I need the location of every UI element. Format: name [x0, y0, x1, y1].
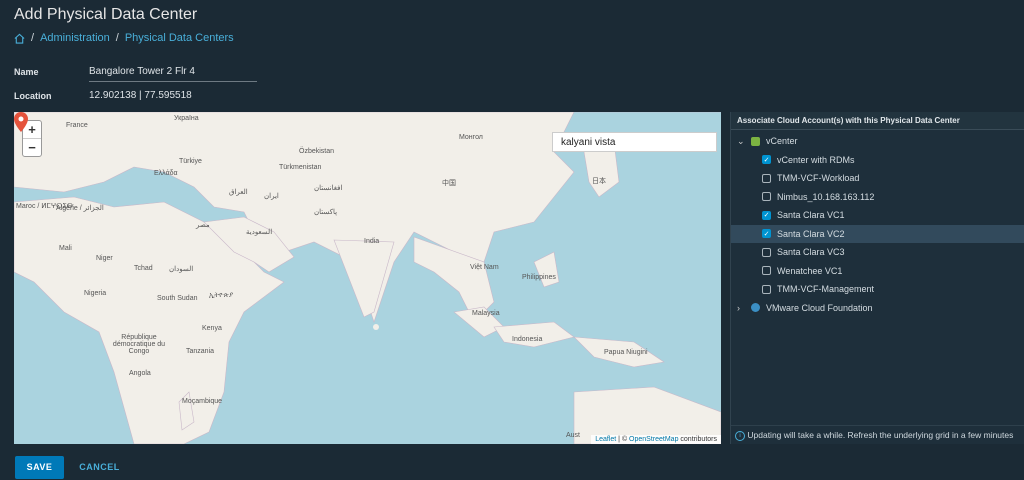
map-label: Malaysia — [472, 310, 500, 317]
map-label: Tchad — [134, 265, 153, 272]
map-label: Türkmenistan — [279, 164, 322, 171]
cloud-account-tree: ⌄ vCenter ✓ vCenter with RDMs TMM-VCF-Worklo… — [731, 130, 1024, 317]
group-label: vCenter — [766, 136, 798, 147]
map-label: العراق — [229, 189, 248, 196]
item-label: Wenatchee VC1 — [777, 265, 843, 276]
map-label: Angola — [129, 370, 151, 377]
map-label: Algérie / الجزائر — [56, 205, 104, 212]
item-label: TMM-VCF-Workload — [777, 173, 860, 184]
checkbox[interactable] — [762, 192, 771, 202]
breadcrumb-physical-data-centers[interactable]: Physical Data Centers — [125, 32, 234, 44]
breadcrumb: / Administration / Physical Data Centers — [14, 32, 234, 44]
map-label: Монгол — [459, 134, 483, 141]
tree-group[interactable]: › VMware Cloud Foundation — [731, 299, 1024, 318]
item-label: vCenter with RDMs — [777, 154, 855, 165]
info-icon: i — [735, 430, 745, 441]
item-label: Santa Clara VC1 — [777, 210, 845, 221]
item-label: TMM-VCF-Management — [777, 284, 875, 295]
tree-item[interactable]: Wenatchee VC1 — [731, 262, 1024, 281]
map-label: South Sudan — [157, 295, 198, 302]
zoom-out-button[interactable]: − — [23, 139, 41, 156]
breadcrumb-administration[interactable]: Administration — [40, 32, 110, 44]
map-label: Việt Nam — [470, 264, 499, 271]
tree-group[interactable]: ⌄ vCenter — [731, 132, 1024, 151]
tree-item[interactable]: Nimbus_10.168.163.112 — [731, 188, 1024, 207]
map-label: Ελλάδα — [154, 170, 178, 177]
map-label: Kenya — [202, 325, 222, 332]
location-pin-icon[interactable] — [14, 112, 28, 132]
map-label: République démocratique du Congo — [112, 334, 166, 355]
tree-item[interactable]: ✓ Santa Clara VC1 — [731, 206, 1024, 225]
breadcrumb-sep: / — [115, 32, 119, 44]
group-label: VMware Cloud Foundation — [766, 302, 873, 313]
map-label: Nigeria — [84, 290, 107, 297]
cloud-accounts-panel: Associate Cloud Account(s) with this Phy… — [730, 112, 1024, 444]
vcenter-icon — [751, 136, 760, 146]
checkbox[interactable] — [762, 247, 771, 257]
map-label: 日本 — [592, 178, 606, 185]
chevron-down-icon[interactable]: ⌄ — [737, 136, 749, 147]
checkbox[interactable] — [762, 266, 771, 276]
map-label: السعودية — [246, 229, 273, 236]
name-input[interactable]: Bangalore Tower 2 Flr 4 — [89, 66, 257, 82]
map-label: Niger — [96, 255, 113, 262]
tree-item[interactable]: TMM-VCF-Workload — [731, 169, 1024, 188]
checkbox[interactable] — [762, 284, 771, 294]
map-search-input[interactable]: kalyani vista — [552, 132, 717, 152]
checkbox[interactable] — [762, 173, 771, 183]
info-text: Updating will take a while. Refresh the … — [747, 430, 1014, 440]
map[interactable]: + − kalyani vista France Україна Türkiye… — [14, 112, 721, 444]
attribution-sep: | © — [616, 436, 630, 443]
location-label: Location — [14, 91, 52, 101]
attribution-text: contributors — [678, 436, 717, 443]
map-label: Philippines — [522, 274, 556, 281]
page-title: Add Physical Data Center — [14, 6, 198, 23]
cloud-icon — [751, 303, 760, 313]
item-label: Santa Clara VC2 — [777, 228, 845, 239]
map-label: Moçambique — [182, 398, 223, 405]
map-label: Indonesia — [512, 336, 543, 343]
map-label: پاکستان — [314, 209, 338, 216]
checkbox[interactable]: ✓ — [762, 229, 771, 239]
tree-item[interactable]: ✓ Santa Clara VC2 — [731, 224, 1024, 243]
checkbox[interactable]: ✓ — [762, 155, 771, 165]
breadcrumb-sep: / — [31, 32, 35, 44]
item-label: Santa Clara VC3 — [777, 247, 845, 258]
panel-header: Associate Cloud Account(s) with this Phy… — [731, 112, 1024, 130]
osm-link[interactable]: OpenStreetMap — [629, 436, 678, 443]
home-icon[interactable] — [14, 33, 25, 44]
checkbox[interactable]: ✓ — [762, 210, 771, 220]
location-value: 12.902138 | 77.595518 — [89, 90, 192, 101]
map-label: مصر — [196, 222, 210, 229]
map-label: Tanzania — [186, 348, 215, 355]
map-label: 中国 — [442, 180, 456, 187]
item-label: Nimbus_10.168.163.112 — [777, 191, 875, 202]
name-label: Name — [14, 67, 39, 77]
map-label: Papua Niugini — [604, 349, 648, 356]
map-label: ኢትዮጵያ — [209, 292, 234, 299]
tree-item[interactable]: TMM-VCF-Management — [731, 280, 1024, 299]
map-label: Türkiye — [179, 158, 202, 165]
map-label: السودان — [169, 266, 194, 273]
map-label: ایران — [264, 193, 279, 200]
tree-item[interactable]: ✓ vCenter with RDMs — [731, 151, 1024, 170]
map-label: France — [66, 122, 88, 129]
map-label: افغانستان — [314, 185, 343, 192]
cancel-button[interactable]: CANCEL — [72, 456, 127, 479]
map-label: Mali — [59, 245, 72, 252]
leaflet-link[interactable]: Leaflet — [595, 436, 616, 443]
map-label: India — [364, 238, 380, 245]
map-label: Aust — [566, 432, 581, 439]
map-land — [14, 112, 721, 444]
map-label: Özbekistan — [299, 148, 335, 155]
info-bar: i Updating will take a while. Refresh th… — [731, 425, 1024, 444]
tree-item[interactable]: Santa Clara VC3 — [731, 243, 1024, 262]
map-attribution: Leaflet | © OpenStreetMap contributors — [591, 435, 721, 444]
chevron-right-icon[interactable]: › — [737, 303, 749, 313]
map-label: Україна — [174, 115, 199, 122]
save-button[interactable]: SAVE — [15, 456, 64, 479]
